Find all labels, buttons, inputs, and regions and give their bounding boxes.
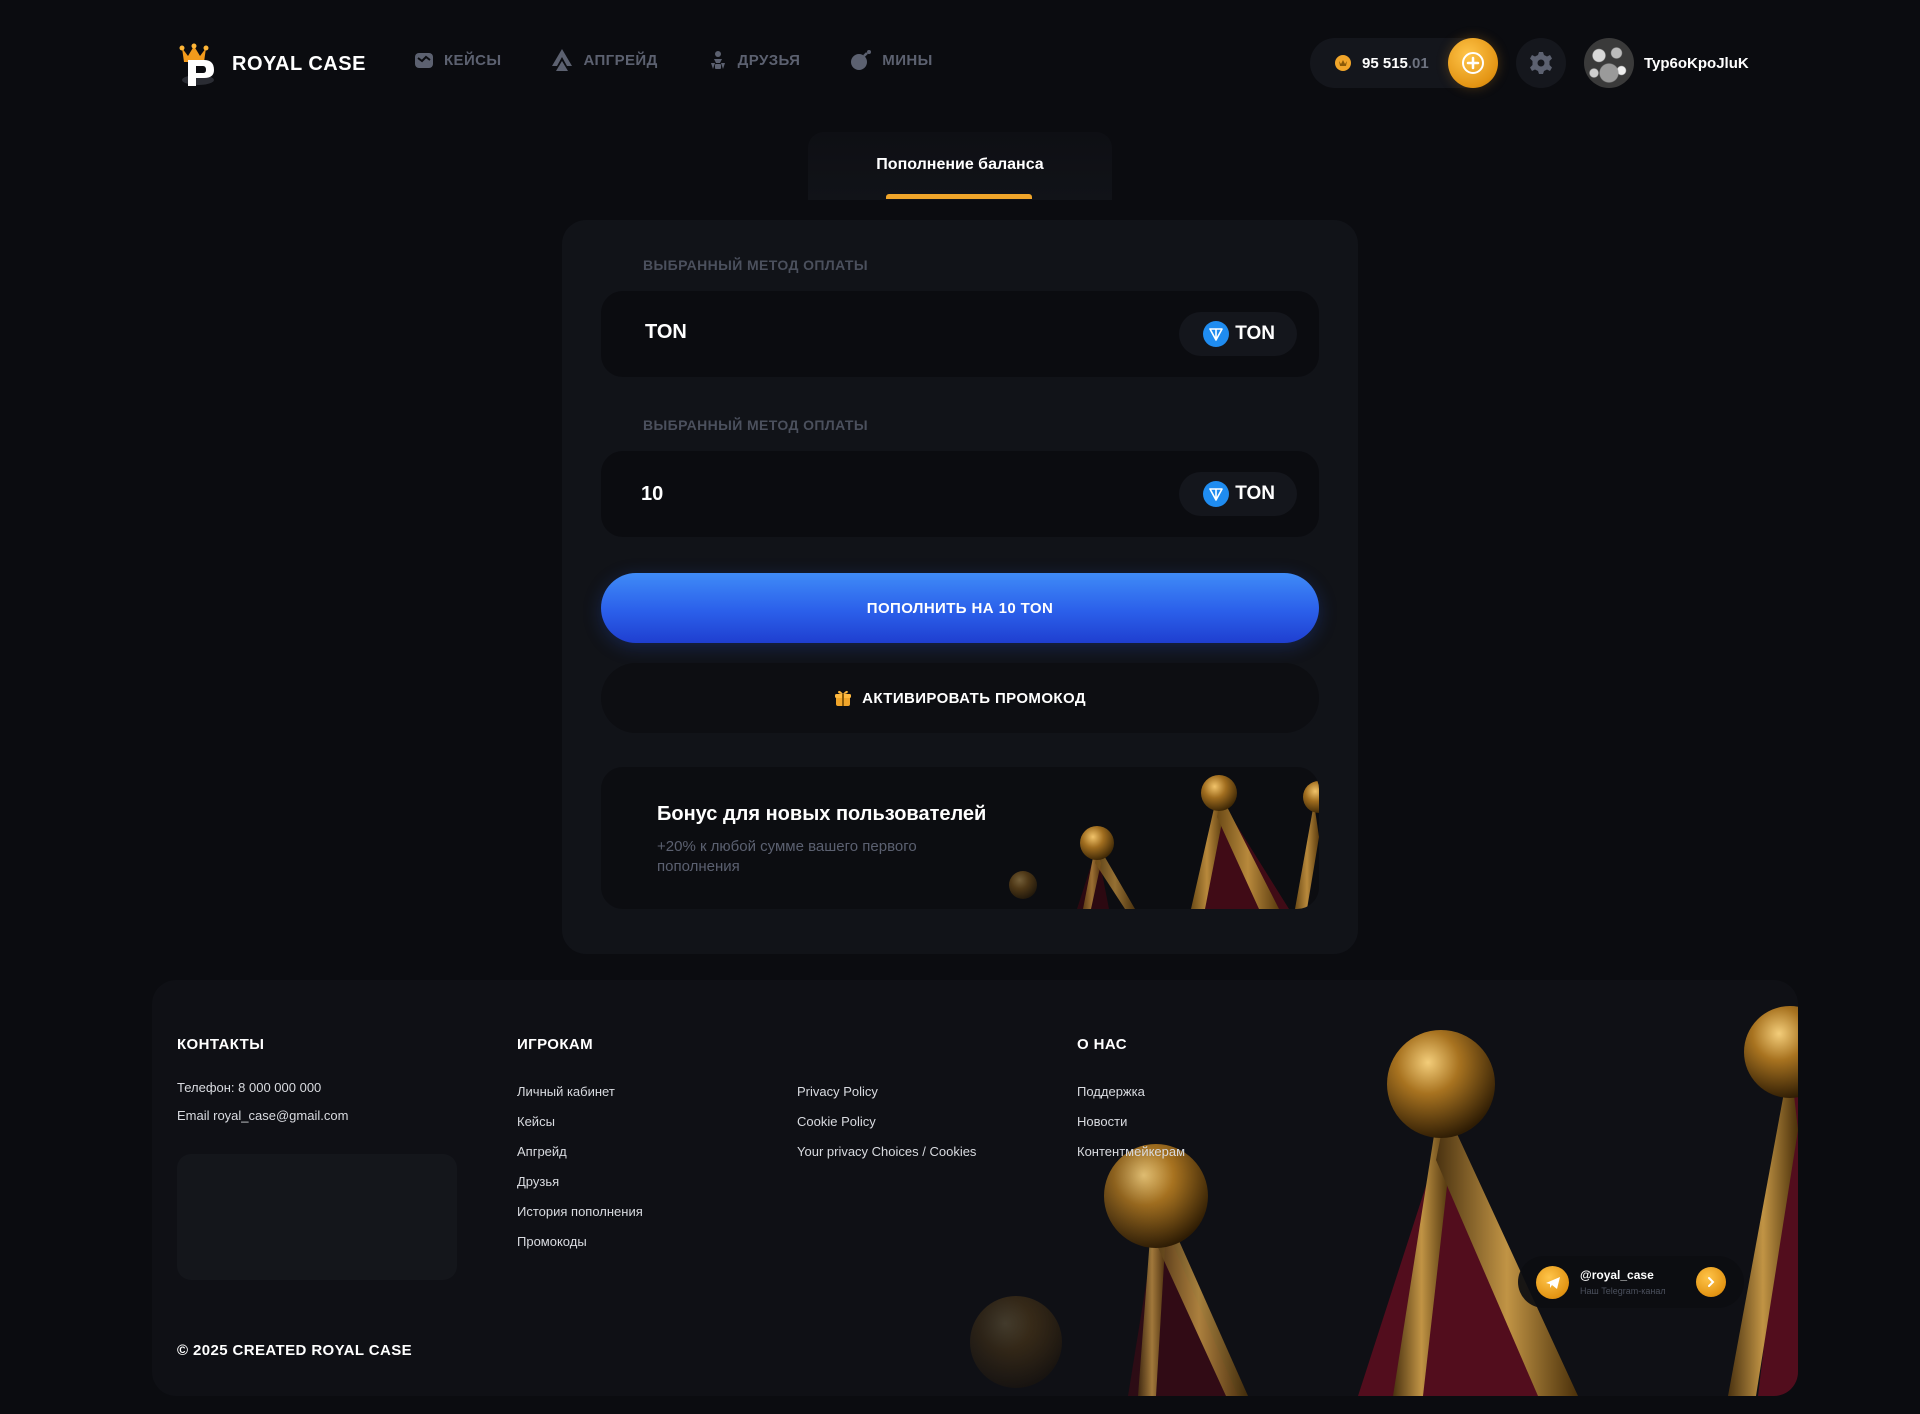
footer-link-cookie-policy[interactable]: Cookie Policy: [797, 1114, 876, 1129]
footer-link-upgrade[interactable]: Апгрейд: [517, 1144, 567, 1159]
balance-decimal: .01: [1407, 54, 1429, 72]
brand-name: ROYAL CASE: [232, 52, 366, 75]
about-title: О НАС: [1077, 1036, 1127, 1053]
main-nav: КЕЙСЫ АПГРЕЙД ДРУЗЬЯ МИНЫ: [414, 48, 933, 72]
nav-item-upgrade[interactable]: АПГРЕЙД: [551, 48, 657, 72]
nav-item-friends[interactable]: ДРУЗЬЯ: [708, 48, 801, 72]
contact-placeholder-box: [177, 1154, 457, 1280]
telegram-channel-link[interactable]: @royal_case Наш Telegram-канал: [1518, 1256, 1744, 1308]
payment-method-select[interactable]: TON TON: [601, 291, 1319, 377]
amount-field[interactable]: TON: [601, 451, 1319, 537]
nav-label: КЕЙСЫ: [444, 51, 502, 69]
telegram-caption: Наш Telegram-канал: [1580, 1286, 1666, 1296]
case-icon: [415, 53, 433, 68]
telegram-handle: @royal_case: [1580, 1268, 1654, 1282]
footer-link-friends[interactable]: Друзья: [517, 1174, 559, 1189]
footer-link-privacy-choices[interactable]: Your privacy Choices / Cookies: [797, 1144, 976, 1159]
activate-promo-button[interactable]: АКТИВИРОВАТЬ ПРОМОКОД: [601, 663, 1319, 733]
settings-button[interactable]: [1516, 38, 1566, 88]
header: ROYAL CASE КЕЙСЫ АПГРЕЙД ДРУЗЬЯ МИНЫ 95 …: [0, 0, 1920, 124]
ton-icon: [1203, 481, 1230, 507]
plus-icon: [1462, 52, 1484, 74]
footer-link-privacy-policy[interactable]: Privacy Policy: [797, 1084, 878, 1099]
deposit-button[interactable]: ПОПОЛНИТЬ НА 10 TON: [601, 573, 1319, 643]
gift-icon: [835, 690, 852, 706]
balance-integer: 95 515: [1362, 54, 1408, 72]
logo[interactable]: ROYAL CASE: [174, 40, 366, 88]
telegram-icon: [1536, 1266, 1569, 1299]
nav-label: АПГРЕЙД: [583, 51, 658, 69]
nav-item-mines[interactable]: МИНЫ: [850, 48, 932, 72]
user-profile[interactable]: Typ6oKpoJluK: [1584, 38, 1749, 88]
players-title: ИГРОКАМ: [517, 1036, 594, 1053]
method-label: ВЫБРАННЫЙ МЕТОД ОПЛАТЫ: [643, 257, 868, 273]
currency-selector[interactable]: TON: [1179, 312, 1297, 356]
footer-link-cases[interactable]: Кейсы: [517, 1114, 555, 1129]
coin-icon: [1335, 55, 1351, 71]
ton-icon: [1203, 321, 1230, 347]
avatar[interactable]: [1584, 38, 1634, 88]
method-value: TON: [645, 321, 687, 343]
currency-selector[interactable]: TON: [1179, 472, 1297, 516]
logo-icon: [174, 40, 222, 88]
nav-label: МИНЫ: [882, 51, 933, 69]
tab-deposit[interactable]: Пополнение баланса: [808, 132, 1112, 200]
footer: КОНТАКТЫ Телефон: 8 000 000 000 Email ro…: [152, 980, 1798, 1396]
currency-label: TON: [1235, 483, 1275, 504]
contact-phone: Телефон: 8 000 000 000: [177, 1080, 322, 1095]
nav-label: ДРУЗЬЯ: [737, 51, 801, 69]
footer-link-news[interactable]: Новости: [1077, 1114, 1127, 1129]
bonus-title: Бонус для новых пользователей: [657, 803, 987, 825]
contact-email: Email royal_case@gmail.com: [177, 1108, 349, 1123]
copyright: © 2025 CREATED ROYAL CASE: [177, 1342, 413, 1359]
tab-label: Пополнение баланса: [876, 156, 1044, 173]
username: Typ6oKpoJluK: [1644, 54, 1749, 72]
amount-input[interactable]: [641, 473, 1061, 515]
new-user-bonus-banner: Бонус для новых пользователей +20% к люб…: [601, 767, 1319, 909]
footer-link-account[interactable]: Личный кабинет: [517, 1084, 615, 1099]
footer-link-deposit-history[interactable]: История пополнения: [517, 1204, 643, 1219]
currency-label: TON: [1235, 323, 1275, 344]
promo-label: АКТИВИРОВАТЬ ПРОМОКОД: [862, 689, 1086, 707]
footer-link-support[interactable]: Поддержка: [1077, 1084, 1145, 1099]
chevron-right-icon: [1696, 1267, 1726, 1297]
friends-icon: [710, 51, 725, 69]
crown-illustration: [838, 980, 1798, 1396]
bonus-subtitle: +20% к любой сумме вашего первого пополн…: [657, 838, 917, 875]
upgrade-icon: [552, 49, 573, 71]
deposit-card: ВЫБРАННЫЙ МЕТОД ОПЛАТЫ TON TON ВЫБРАННЫЙ…: [562, 220, 1358, 954]
add-funds-button[interactable]: [1448, 38, 1498, 88]
gear-icon: [1530, 52, 1552, 74]
bomb-icon: [851, 50, 872, 70]
crown-illustration: [1009, 775, 1319, 909]
footer-link-content-makers[interactable]: Контентмейкерам: [1077, 1144, 1185, 1159]
tab-active-indicator: [886, 194, 1032, 199]
nav-item-cases[interactable]: КЕЙСЫ: [414, 48, 501, 72]
footer-link-promocodes[interactable]: Промокоды: [517, 1234, 587, 1249]
contacts-title: КОНТАКТЫ: [177, 1036, 265, 1053]
amount-label: ВЫБРАННЫЙ МЕТОД ОПЛАТЫ: [643, 417, 868, 433]
